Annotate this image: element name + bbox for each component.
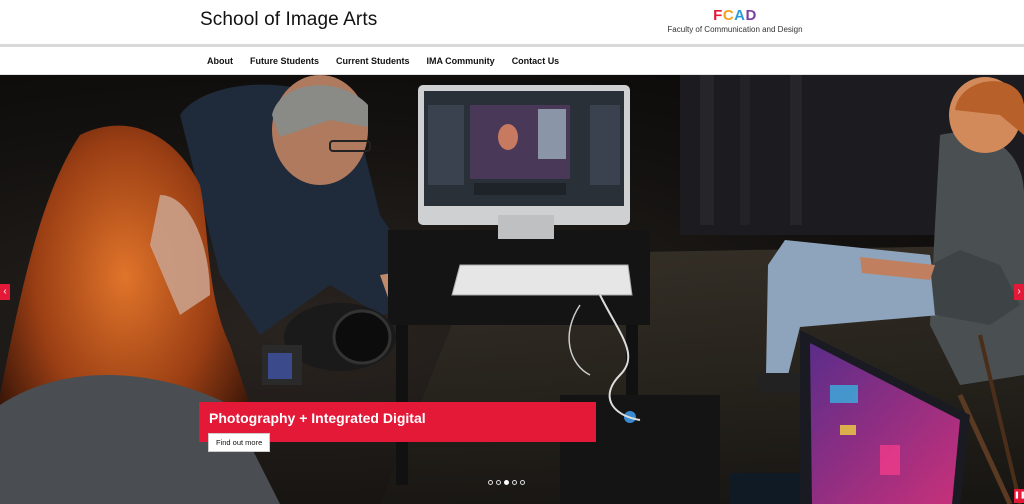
find-out-more-button[interactable]: Find out more	[208, 433, 271, 452]
main-nav: About Future Students Current Students I…	[0, 47, 1024, 75]
nav-item-current-students[interactable]: Current Students	[336, 56, 410, 66]
carousel-pause-button[interactable]: ❚❚	[1014, 489, 1024, 503]
carousel-dot[interactable]	[512, 480, 517, 485]
nav-item-future-students[interactable]: Future Students	[250, 56, 319, 66]
chevron-right-icon: ›	[1017, 286, 1021, 297]
chevron-left-icon: ‹	[3, 286, 7, 297]
hero-carousel: Photography + Integrated Digital Find ou…	[0, 75, 1024, 504]
carousel-dot-active[interactable]	[504, 480, 509, 485]
carousel-dots	[488, 480, 528, 485]
nav-item-about[interactable]: About	[207, 56, 233, 66]
slide-title: Photography + Integrated Digital	[209, 410, 426, 426]
fcad-logo-subtitle: Faculty of Communication and Design	[667, 25, 803, 34]
pause-icon: ❚❚	[1014, 492, 1024, 499]
site-title[interactable]: School of Image Arts	[200, 9, 377, 31]
carousel-dot[interactable]	[496, 480, 501, 485]
slide-caption: Photography + Integrated Digital Find ou…	[199, 402, 596, 452]
carousel-prev-button[interactable]: ‹	[0, 284, 10, 300]
fcad-logo-mark: FCAD	[713, 7, 757, 24]
nav-item-ima-community[interactable]: IMA Community	[427, 56, 495, 66]
carousel-dot[interactable]	[488, 480, 493, 485]
carousel-next-button[interactable]: ›	[1014, 284, 1024, 300]
fcad-logo[interactable]: FCAD Faculty of Communication and Design	[660, 7, 810, 35]
carousel-dot[interactable]	[520, 480, 525, 485]
site-header: School of Image Arts FCAD Faculty of Com…	[0, 0, 1024, 47]
nav-item-contact-us[interactable]: Contact Us	[512, 56, 560, 66]
